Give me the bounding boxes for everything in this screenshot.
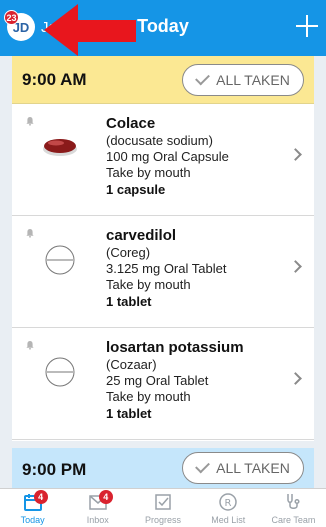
tab-badge: 4 xyxy=(33,490,48,504)
med-strength: 100 mg Oral Capsule xyxy=(106,149,229,164)
med-details: Colace (docusate sodium) 100 mg Oral Cap… xyxy=(106,115,276,199)
med-dose: 1 capsule xyxy=(106,182,166,197)
pm-all-taken-button[interactable]: ALL TAKEN xyxy=(182,452,304,484)
med-details: carvedilol (Coreg) 3.125 mg Oral Tablet … xyxy=(106,227,276,311)
all-taken-label: ALL TAKEN xyxy=(216,72,290,88)
med-route: Take by mouth xyxy=(106,277,191,292)
white-tablet-icon xyxy=(45,357,75,387)
tab-label: Progress xyxy=(145,515,182,525)
med-dose: 1 tablet xyxy=(106,294,152,309)
am-all-taken-button[interactable]: ALL TAKEN xyxy=(182,64,304,96)
tab-label: Med List xyxy=(211,515,246,525)
add-icon[interactable] xyxy=(294,13,320,39)
tab-label: Today xyxy=(20,515,45,525)
bottom-tab-bar: 4 Today 4 Inbox Progress R Med List Care… xyxy=(0,488,326,527)
med-generic: (docusate sodium) xyxy=(106,133,213,148)
checkbox-icon xyxy=(155,494,171,510)
med-name: carvedilol xyxy=(106,227,177,244)
med-route: Take by mouth xyxy=(106,389,191,404)
med-route: Take by mouth xyxy=(106,165,191,180)
am-time-label: 9:00 AM xyxy=(22,70,87,89)
red-capsule-icon xyxy=(43,139,77,156)
am-dose-card: 9:00 AM ALL TAKEN Colace (docusate sodiu… xyxy=(12,56,314,441)
med-details: losartan potassium (Cozaar) 25 mg Oral T… xyxy=(106,339,276,423)
all-taken-label: ALL TAKEN xyxy=(216,460,290,476)
bell-icon xyxy=(26,117,34,126)
bell-icon xyxy=(26,229,34,238)
med-strength: 25 mg Oral Tablet xyxy=(106,373,209,388)
check-icon xyxy=(195,70,211,86)
chevron-right-icon[interactable] xyxy=(289,372,302,385)
app-header: JD 23 Ja Today xyxy=(0,0,326,56)
stethoscope-icon xyxy=(287,494,300,509)
prescription-icon: R xyxy=(219,493,237,511)
chevron-right-icon[interactable] xyxy=(289,260,302,273)
pm-time-label: 9:00 PM xyxy=(22,460,87,479)
pm-dose-card: 9:00 PM ALL TAKEN xyxy=(12,448,314,488)
tab-label: Inbox xyxy=(86,515,109,525)
med-dose: 1 tablet xyxy=(106,406,152,421)
tab-badge: 4 xyxy=(98,490,113,504)
tab-today[interactable]: 4 Today xyxy=(0,489,65,527)
check-icon xyxy=(195,458,211,474)
med-row-colace[interactable]: Colace (docusate sodium) 100 mg Oral Cap… xyxy=(12,104,314,216)
med-generic: (Coreg) xyxy=(106,245,151,260)
med-name: losartan potassium xyxy=(106,339,244,356)
tab-med-list[interactable]: R Med List xyxy=(196,489,261,527)
tab-progress[interactable]: Progress xyxy=(130,489,195,527)
med-generic: (Cozaar) xyxy=(106,357,157,372)
chevron-right-icon[interactable] xyxy=(289,148,302,161)
tab-label: Care Team xyxy=(271,515,316,525)
med-name: Colace xyxy=(106,115,156,132)
med-row-losartan[interactable]: losartan potassium (Cozaar) 25 mg Oral T… xyxy=(12,328,314,440)
white-tablet-icon xyxy=(45,245,75,275)
tab-care-team[interactable]: Care Team xyxy=(261,489,326,527)
tab-inbox[interactable]: 4 Inbox xyxy=(65,489,130,527)
bell-icon xyxy=(26,341,34,350)
med-strength: 3.125 mg Oral Tablet xyxy=(106,261,227,276)
med-row-carvedilol[interactable]: carvedilol (Coreg) 3.125 mg Oral Tablet … xyxy=(12,216,314,328)
am-time-header: 9:00 AM ALL TAKEN xyxy=(12,56,314,104)
svg-text:R: R xyxy=(225,498,232,509)
red-arrow-annotation-icon xyxy=(44,4,136,56)
